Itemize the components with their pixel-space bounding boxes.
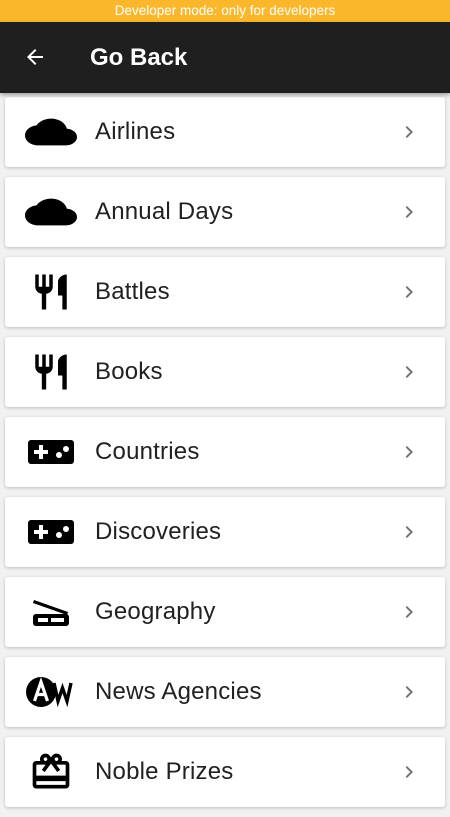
chevron-right-icon <box>405 126 413 138</box>
chevron-right-icon <box>405 446 413 458</box>
cloud-icon <box>25 112 77 152</box>
list-item-label: Geography <box>95 598 216 625</box>
list-item-label: Countries <box>95 438 200 465</box>
text-format-icon <box>25 672 77 712</box>
list-item-label: Discoveries <box>95 518 222 545</box>
list-item-airlines[interactable]: Airlines <box>5 97 445 167</box>
app-bar: Go Back <box>0 22 450 93</box>
restaurant-icon <box>25 272 77 312</box>
list-item-label: Books <box>95 358 163 385</box>
chevron-right-icon <box>405 366 413 378</box>
gamepad-icon <box>25 432 77 472</box>
list-item-news-agencies[interactable]: News Agencies <box>5 657 445 727</box>
chevron-right-icon <box>405 206 413 218</box>
arrow-left-icon <box>27 49 43 65</box>
list-item-label: Annual Days <box>95 198 234 225</box>
chevron-right-icon <box>405 606 413 618</box>
chevron-right-icon <box>405 766 413 778</box>
list-item-battles[interactable]: Battles <box>5 257 445 327</box>
list-item-countries[interactable]: Countries <box>5 417 445 487</box>
list-item-annual-days[interactable]: Annual Days <box>5 177 445 247</box>
list-item-noble-prizes[interactable]: Noble Prizes <box>5 737 445 807</box>
category-list: Airlines Annual Days Battles Books Count… <box>5 97 445 817</box>
list-item-label: Noble Prizes <box>95 758 234 785</box>
list-item-label: Airlines <box>95 118 176 145</box>
chevron-right-icon <box>405 526 413 538</box>
list-item-label: Battles <box>95 278 170 305</box>
developer-mode-banner: Developer mode: only for developers <box>0 0 450 22</box>
restaurant-icon <box>25 352 77 392</box>
list-item-label: News Agencies <box>95 678 262 705</box>
list-item-books[interactable]: Books <box>5 337 445 407</box>
gamepad-icon <box>25 512 77 552</box>
back-button[interactable] <box>14 36 56 78</box>
list-item-discoveries[interactable]: Discoveries <box>5 497 445 567</box>
gift-card-icon <box>25 752 77 792</box>
app-title: Go Back <box>90 44 188 71</box>
cloud-icon <box>25 192 77 232</box>
chevron-right-icon <box>405 686 413 698</box>
list-item-geography[interactable]: Geography <box>5 577 445 647</box>
scanner-icon <box>25 592 77 632</box>
chevron-right-icon <box>405 286 413 298</box>
